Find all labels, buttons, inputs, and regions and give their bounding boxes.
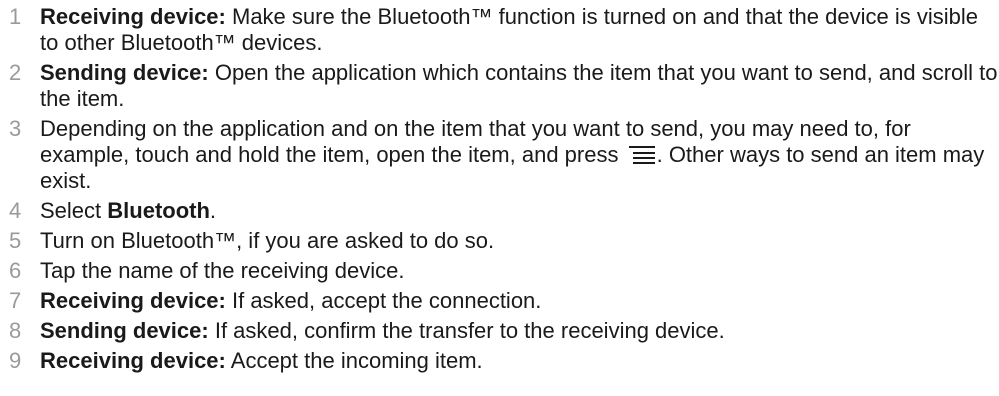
step-number: 1 [9, 4, 22, 29]
step-9: 9 Receiving device: Accept the incoming … [0, 344, 999, 374]
step-number: 3 [9, 116, 22, 141]
step-text: Select [40, 198, 108, 223]
step-bold-word: Bluetooth [107, 198, 210, 223]
step-number: 7 [9, 288, 22, 313]
step-text: Accept the incoming item. [225, 348, 483, 373]
step-4: 4 Select Bluetooth. [0, 194, 999, 224]
step-7: 7 Receiving device: If asked, accept the… [0, 284, 999, 314]
step-number: 6 [9, 258, 22, 283]
step-number: 8 [9, 318, 22, 343]
step-3: 3 Depending on the application and on th… [0, 112, 999, 194]
step-text: Tap the name of the receiving device. [40, 258, 405, 283]
step-5: 5 Turn on Bluetooth™, if you are asked t… [0, 224, 999, 254]
step-lead: Receiving device: [40, 4, 226, 29]
step-number: 2 [9, 60, 22, 85]
step-8: 8 Sending device: If asked, confirm the … [0, 314, 999, 344]
instruction-steps: 1 Receiving device: Make sure the Blueto… [0, 0, 999, 374]
menu-icon [627, 145, 657, 165]
step-lead: Sending device: [40, 60, 209, 85]
step-text: Turn on Bluetooth™, if you are asked to … [40, 228, 495, 253]
step-number: 4 [9, 198, 22, 223]
step-6: 6 Tap the name of the receiving device. [0, 254, 999, 284]
step-number: 5 [9, 228, 22, 253]
step-lead: Sending device: [40, 318, 209, 343]
step-lead: Receiving device: [40, 288, 226, 313]
step-text: If asked, confirm the transfer to the re… [208, 318, 725, 343]
step-number: 9 [9, 348, 22, 373]
step-2: 2 Sending device: Open the application w… [0, 56, 999, 112]
step-1: 1 Receiving device: Make sure the Blueto… [0, 0, 999, 56]
step-text: If asked, accept the connection. [225, 288, 542, 313]
step-text-after: . [209, 198, 217, 223]
step-lead: Receiving device: [40, 348, 226, 373]
